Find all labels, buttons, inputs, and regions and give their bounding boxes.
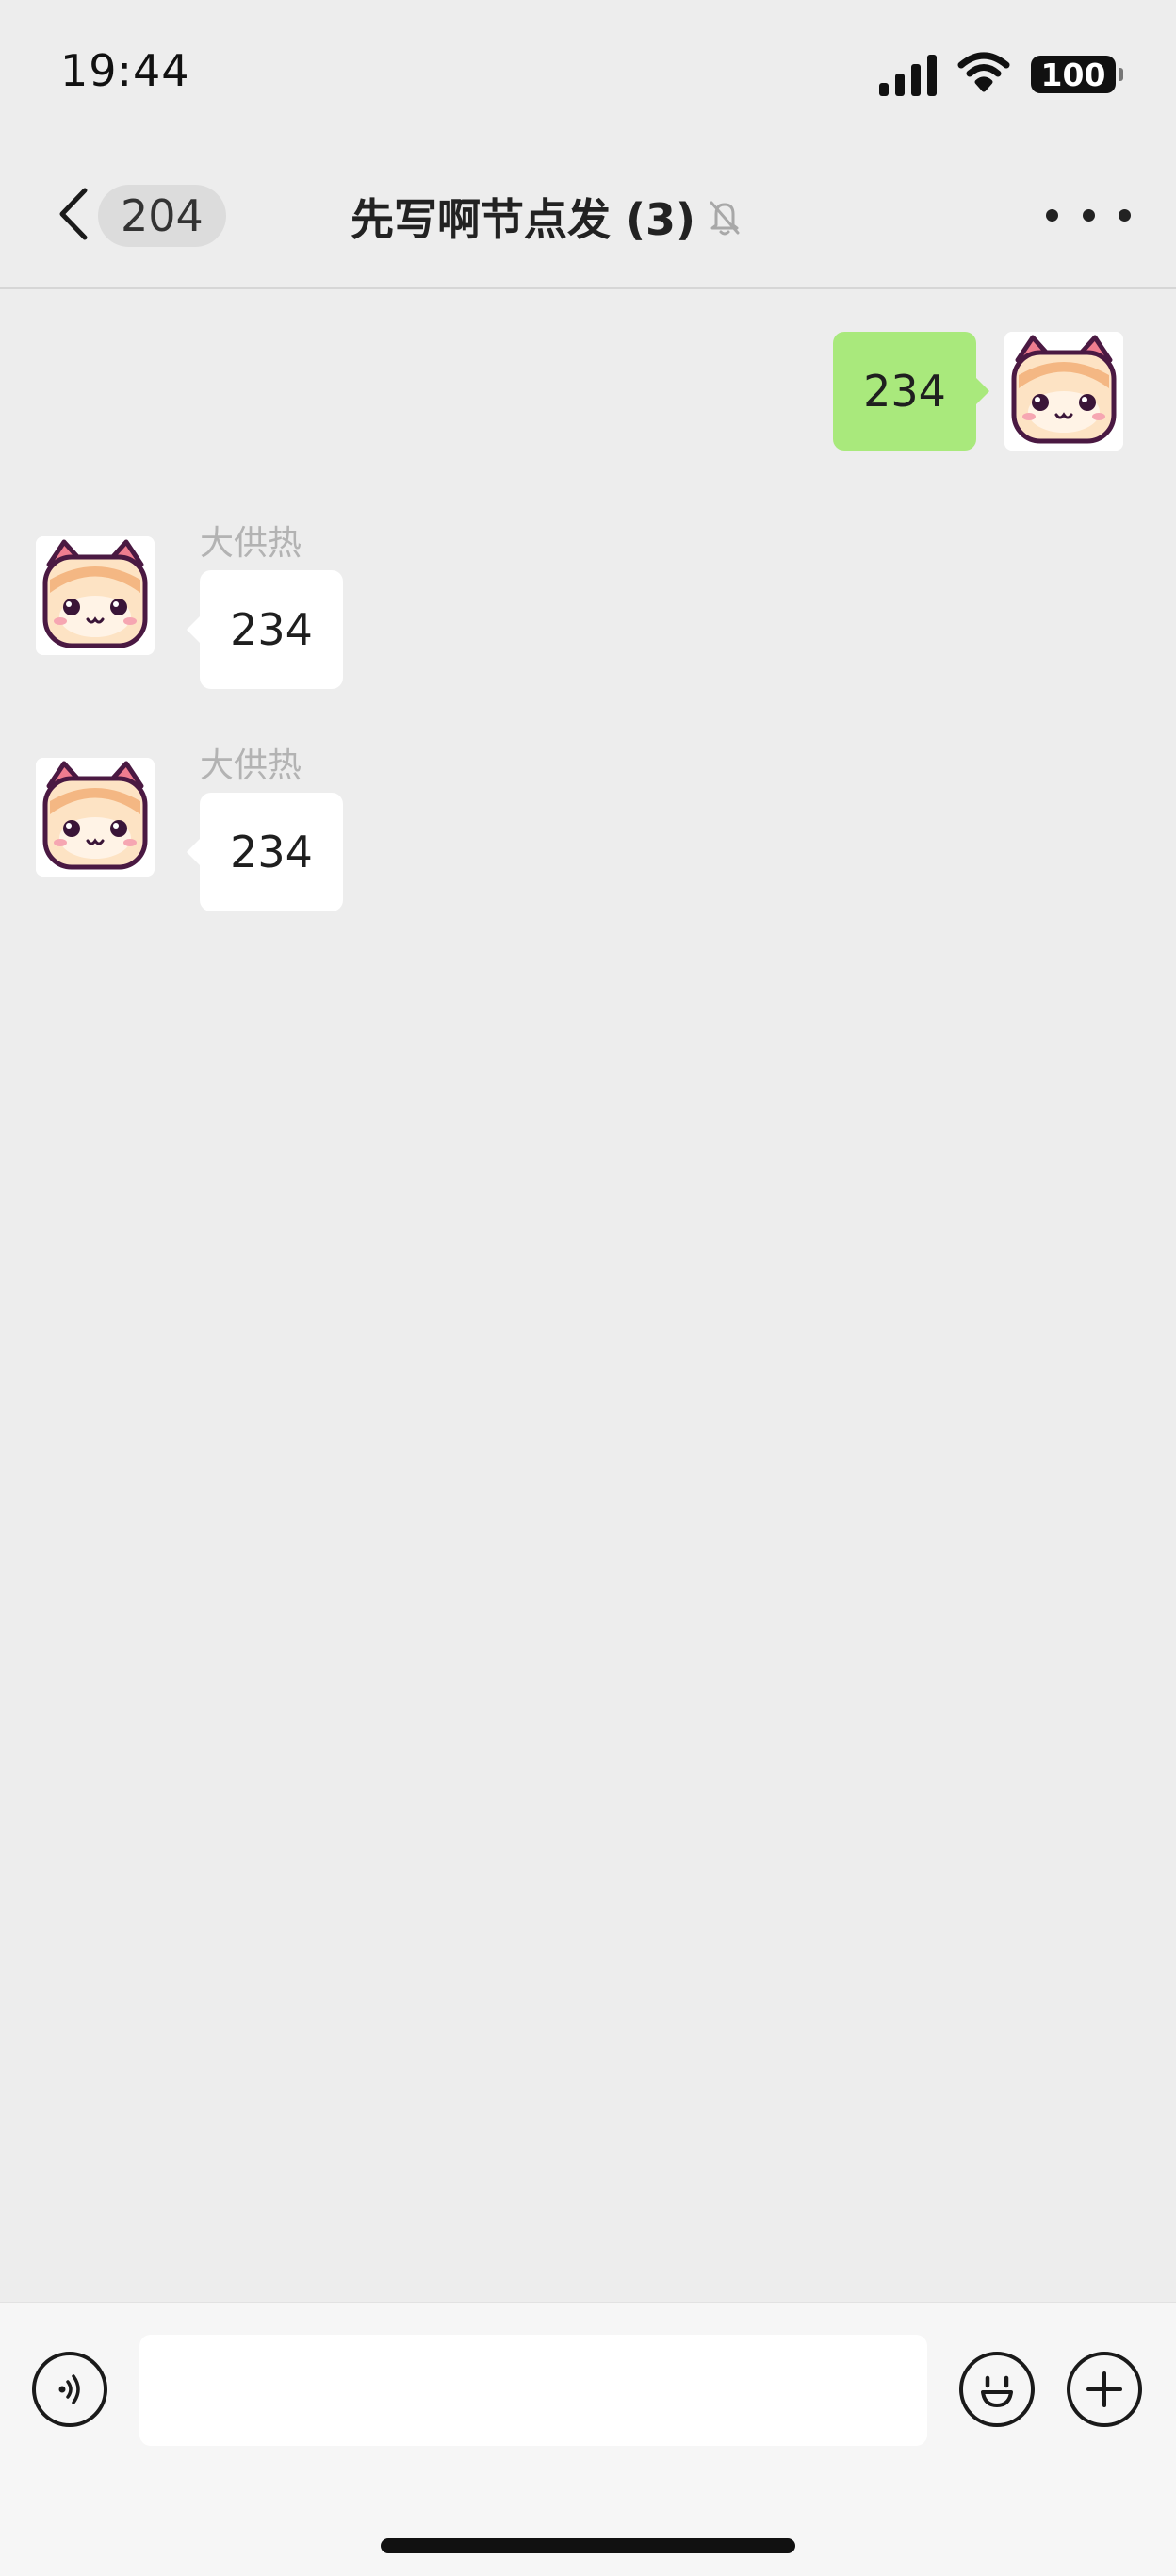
sender-name: 大供热 [200,747,302,785]
battery-level: 100 [1031,56,1116,93]
battery-icon: 100 [1031,56,1123,93]
input-bar [0,2302,1176,2576]
status-bar: 19:44 100 [0,0,1176,141]
cat-avatar-icon [1004,332,1123,451]
voice-icon [58,2374,80,2404]
message-input[interactable] [139,2335,927,2446]
chat-title-area[interactable]: 先写啊节点发 (3) [283,187,810,247]
voice-button[interactable] [32,2352,107,2427]
avatar[interactable] [1004,332,1123,451]
chevron-left-icon [59,188,88,240]
nav-bar: 204 先写啊节点发 (3) [0,141,1176,289]
avatar[interactable] [36,536,155,655]
plus-icon [1086,2371,1122,2407]
emoji-icon [981,2375,1013,2407]
chat-title: 先写啊节点发 (3) [350,194,696,245]
signal-icon [879,53,937,96]
message-bubble[interactable]: 234 [833,332,989,451]
message-bubble[interactable]: 234 [187,570,343,689]
emoji-button[interactable] [959,2352,1035,2427]
bell-off-icon [710,201,740,236]
message-list[interactable]: 234 大供热 234 大供热 234 [0,289,1176,2302]
avatar[interactable] [36,758,155,877]
message-bubble[interactable]: 234 [187,793,343,911]
cat-avatar-icon [36,536,155,655]
plus-button[interactable] [1067,2352,1142,2427]
cat-avatar-icon [36,758,155,877]
wifi-icon [957,52,1010,97]
more-icon[interactable] [1046,194,1131,236]
back-button[interactable] [45,181,102,247]
status-icons: 100 [879,49,1123,100]
home-indicator [381,2538,795,2553]
status-time: 19:44 [60,45,190,96]
sender-name: 大供热 [200,524,302,563]
unread-count-badge[interactable]: 204 [98,185,226,247]
